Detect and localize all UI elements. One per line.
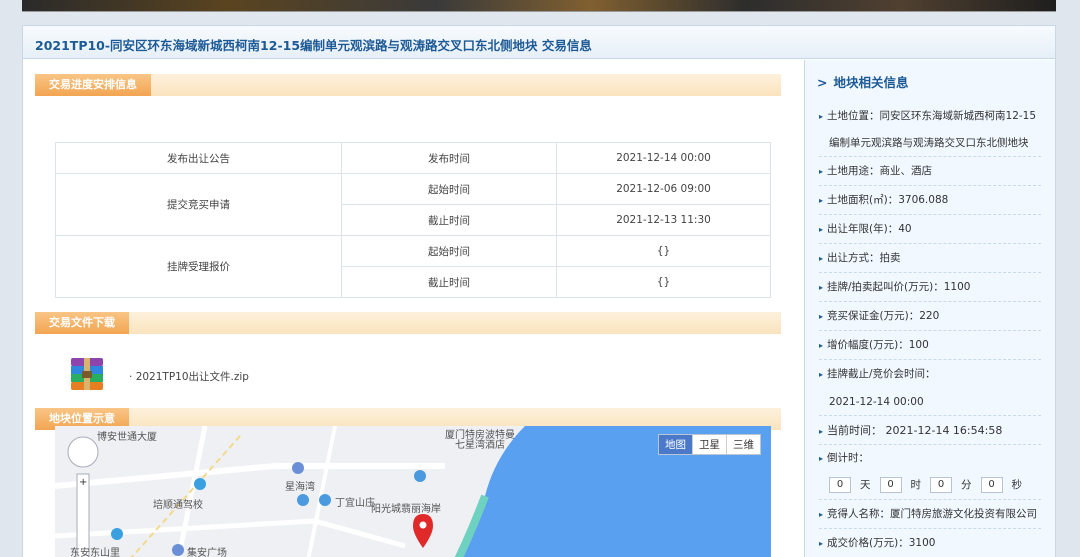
transfer-method-item: ▸ 出让方式：拍卖 xyxy=(819,244,1041,273)
sidebar-title-text: 地块相关信息 xyxy=(833,75,909,90)
table-row: 挂牌受理报价 起始时间 {} xyxy=(55,235,771,298)
current-time-item: ▸ 当前时间： 2021-12-14 16:54:58 xyxy=(819,416,1041,445)
table-cell-value: 2021-12-13 11:30 xyxy=(556,204,771,236)
bullet-arrow-icon: ▸ xyxy=(819,454,824,463)
term-years-item: ▸ 出让年限(年)：40 xyxy=(819,215,1041,244)
map-label: 七星湾酒店 xyxy=(455,440,505,451)
countdown-label-item: ▸ 倒计时： xyxy=(819,452,870,464)
table-cell-group: 发布出让公告 xyxy=(55,142,342,174)
table-cell-group: 提交竞买申请 xyxy=(55,173,342,236)
schedule-table: 发布出让公告 发布时间 2021-12-14 00:00 提交竞买申请 起始时间… xyxy=(55,142,771,298)
bullet-arrow-icon: ▸ xyxy=(819,196,824,205)
deal-price-item: ▸ 成交价格(万元)：3100 xyxy=(819,537,936,549)
map-type-map-button[interactable]: 地图 xyxy=(659,435,693,454)
table-row: 提交竞买申请 起始时间 2021-12-06 09:00 xyxy=(55,173,771,236)
bullet-arrow-icon: ▸ xyxy=(819,254,824,263)
table-cell-label: 起始时间 xyxy=(341,173,557,205)
increment-item: ▸ 增价幅度(万元)：100 xyxy=(819,331,1041,360)
bullet-arrow-icon: ▸ xyxy=(819,370,824,379)
bullet-arrow-icon: ▸ xyxy=(819,312,824,321)
map-label: 东安东山里 xyxy=(70,548,120,557)
countdown-seconds: 0 xyxy=(980,477,1003,493)
location-map[interactable]: + 博安世通大厦 厦门特房波特曼 七星湾酒店 星海湾 丁宜山庄 培顺通驾校 阳光… xyxy=(55,426,771,557)
table-cell-value: {} xyxy=(556,266,771,298)
land-location-continued: 编制单元观滨路与观涛路交叉口东北侧地块 xyxy=(819,130,1041,157)
table-cell-label: 发布时间 xyxy=(341,142,557,174)
file-name[interactable]: 2021TP10出让文件.zip xyxy=(136,371,249,383)
map-label: 培顺通驾校 xyxy=(153,500,203,511)
table-cell-value: {} xyxy=(556,235,771,267)
bullet-arrow-icon: ▸ xyxy=(819,427,824,436)
bullet: · xyxy=(129,371,133,383)
countdown-row: 0天0时0分0秒 xyxy=(819,472,1041,500)
land-use-item: ▸ 土地用途：商业、酒店 xyxy=(819,157,1041,186)
table-row: 发布出让公告 发布时间 2021-12-14 00:00 xyxy=(55,142,771,174)
schedule-section-header: 交易进度安排信息 xyxy=(35,74,781,96)
map-label: 丁宜山庄 xyxy=(335,498,375,509)
map-label: 阳光城翡丽海岸 xyxy=(371,504,441,515)
table-cell-label: 起始时间 xyxy=(341,235,557,267)
file-download-link[interactable]: · 2021TP10出让文件.zip xyxy=(129,369,249,384)
land-info-sidebar: > 地块相关信息 ▸ 土地位置：同安区环东海域新城西柯南12-15 编制单元观滨路与… xyxy=(804,60,1055,557)
page-title: 2021TP10-同安区环东海域新城西柯南12-15编制单元观滨路与观涛路交叉口… xyxy=(35,38,592,53)
files-section-tab: 交易文件下载 xyxy=(35,312,129,334)
map-label: 星海湾 xyxy=(285,482,315,493)
countdown-hours: 0 xyxy=(879,477,902,493)
land-area-item: ▸ 土地面积(㎡)：3706.088 xyxy=(819,186,1041,215)
start-price-item: ▸ 挂牌/拍卖起叫价(万元)：1100 xyxy=(819,273,1041,302)
map-label: 集安广场 xyxy=(187,548,227,557)
bullet-arrow-icon: ▸ xyxy=(819,510,824,519)
deadline-value: 2021-12-14 00:00 xyxy=(819,389,1041,416)
files-section-header: 交易文件下载 xyxy=(35,312,781,334)
table-cell-value: 2021-12-06 09:00 xyxy=(556,173,771,205)
countdown-minutes: 0 xyxy=(930,477,952,493)
bullet-arrow-icon: ▸ xyxy=(819,283,824,292)
main-panel: 交易进度安排信息 发布出让公告 发布时间 2021-12-14 00:00 提交… xyxy=(23,60,803,557)
schedule-section-tab: 交易进度安排信息 xyxy=(35,74,151,96)
bullet-arrow-icon: ▸ xyxy=(819,167,824,176)
chevron-right-icon: > xyxy=(817,75,828,90)
table-cell-group: 挂牌受理报价 xyxy=(55,235,342,298)
content-frame: 2021TP10-同安区环东海域新城西柯南12-15编制单元观滨路与观涛路交叉口… xyxy=(22,25,1056,557)
table-cell-label: 截止时间 xyxy=(341,204,557,236)
map-type-switcher: 地图 卫星 三维 xyxy=(658,434,761,455)
map-type-satellite-button[interactable]: 卫星 xyxy=(693,435,727,454)
bullet-arrow-icon: ▸ xyxy=(819,539,824,548)
map-type-3d-button[interactable]: 三维 xyxy=(727,435,760,454)
bullet-arrow-icon: ▸ xyxy=(819,112,824,121)
svg-text:+: + xyxy=(79,477,87,488)
deadline-label-item: ▸ 挂牌截止/竞价会时间： xyxy=(819,368,936,380)
zip-archive-icon xyxy=(71,358,103,390)
table-cell-value: 2021-12-14 00:00 xyxy=(556,142,771,174)
top-banner-image xyxy=(22,0,1056,12)
countdown-days: 0 xyxy=(829,477,851,493)
bullet-arrow-icon: ▸ xyxy=(819,341,824,350)
sidebar-title: > 地块相关信息 xyxy=(817,72,909,91)
winner-item: ▸ 竞得人名称：厦门特房旅游文化投资有限公司 xyxy=(819,500,1041,529)
deposit-item: ▸ 竞买保证金(万元)：220 xyxy=(819,302,1041,331)
land-location-item: ▸ 土地位置：同安区环东海域新城西柯南12-15 xyxy=(819,110,1037,122)
table-cell-label: 截止时间 xyxy=(341,266,557,298)
map-label: 博安世通大厦 xyxy=(97,432,157,443)
title-bar: 2021TP10-同安区环东海域新城西柯南12-15编制单元观滨路与观涛路交叉口… xyxy=(23,26,1055,59)
bullet-arrow-icon: ▸ xyxy=(819,225,824,234)
